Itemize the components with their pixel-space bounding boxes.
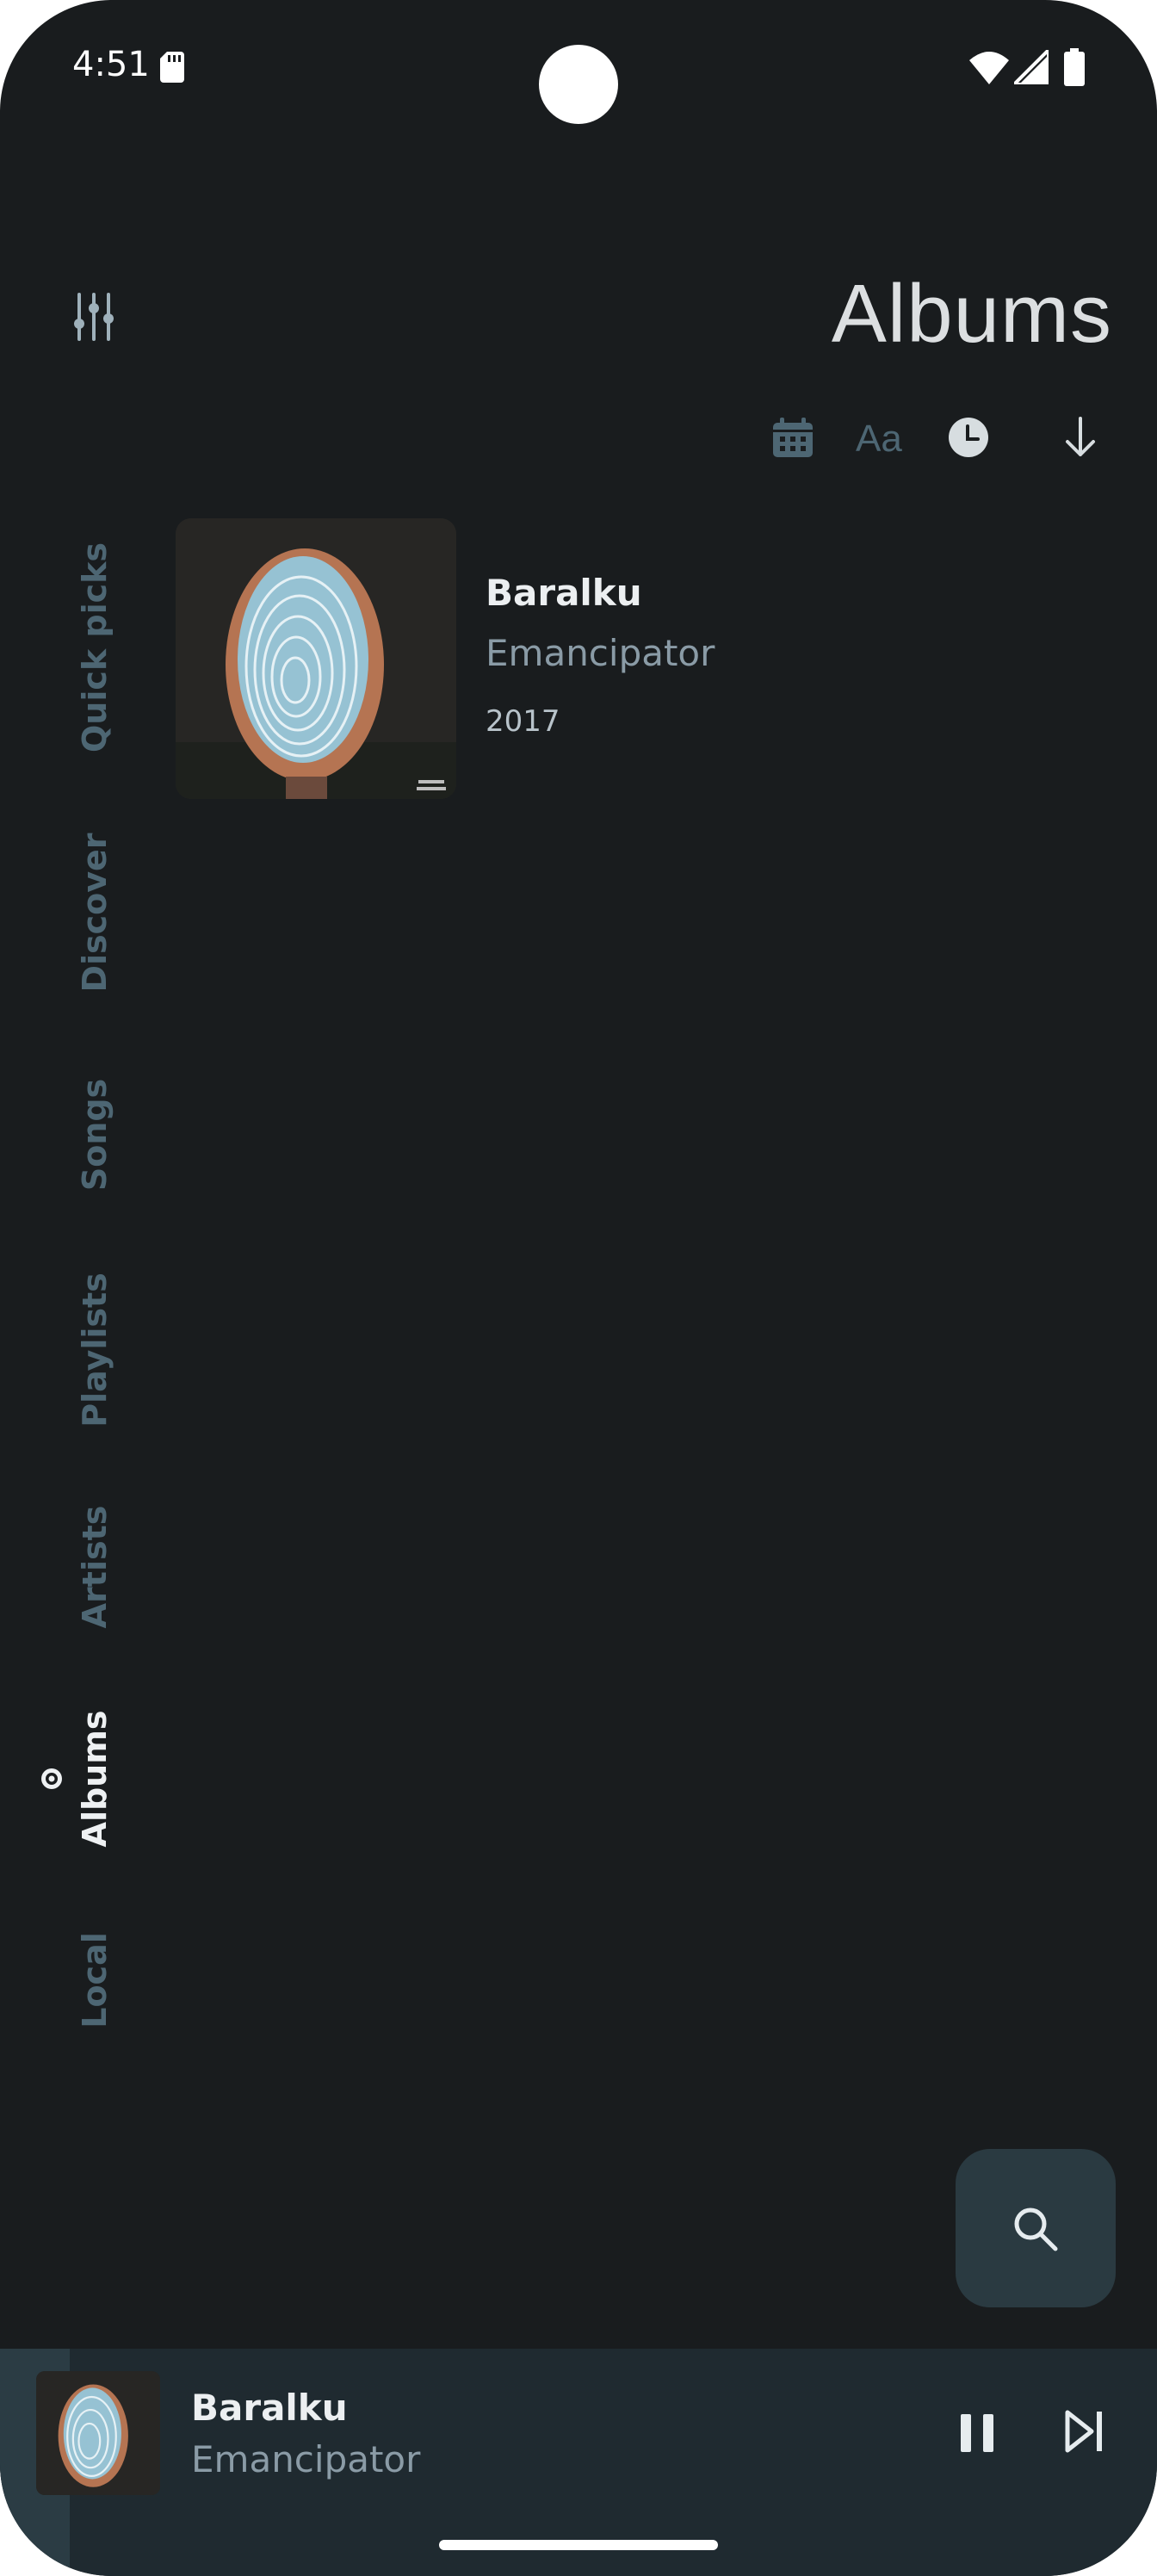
search-icon (1014, 2208, 1058, 2251)
album-art-image (176, 518, 456, 799)
album-year: 2017 (486, 704, 560, 739)
nav-label: Discover (76, 833, 114, 993)
mini-player-title: Baralku (191, 2387, 348, 2429)
equalizer-settings-icon[interactable] (72, 293, 115, 341)
sort-name-label: Aa (856, 418, 902, 460)
pause-button[interactable] (954, 2407, 1002, 2459)
album-title: Baralku (486, 572, 642, 614)
camera-cutout (539, 45, 618, 124)
alphabetical-aa-icon[interactable]: Aa (856, 413, 907, 461)
cell-signal-icon (1014, 50, 1049, 84)
album-artist: Emancipator (486, 632, 715, 674)
arrow-down-icon[interactable] (1059, 413, 1102, 461)
skip-next-button[interactable] (1064, 2409, 1105, 2454)
app-screen: 4:51 Albums Aa Baralku Emancipator 2017 … (0, 0, 1157, 2576)
status-bar: 4:51 (0, 0, 1157, 138)
nav-label: Quick picks (76, 542, 114, 753)
sd-card-icon (160, 52, 184, 83)
home-indicator[interactable] (439, 2540, 718, 2550)
nav-label: Artists (76, 1505, 114, 1629)
nav-label: Albums (76, 1710, 114, 1848)
mini-player-cover (36, 2371, 160, 2495)
albums-active-icon (41, 1768, 62, 1789)
wifi-icon (969, 52, 1009, 84)
battery-icon (1064, 48, 1085, 86)
clock-icon[interactable] (947, 413, 990, 461)
album-cover (176, 518, 456, 799)
status-time: 4:51 (72, 45, 150, 84)
nav-label: Songs (76, 1078, 114, 1192)
nav-label: Playlists (76, 1273, 114, 1427)
album-list-item[interactable]: Baralku Emancipator 2017 (176, 518, 1123, 801)
nav-label: Local (76, 1932, 114, 2028)
search-button[interactable] (956, 2149, 1116, 2307)
mini-player-artist: Emancipator (191, 2438, 421, 2480)
page-title: Albums (831, 268, 1112, 360)
calendar-icon[interactable] (771, 413, 814, 461)
album-art-image (36, 2371, 160, 2495)
